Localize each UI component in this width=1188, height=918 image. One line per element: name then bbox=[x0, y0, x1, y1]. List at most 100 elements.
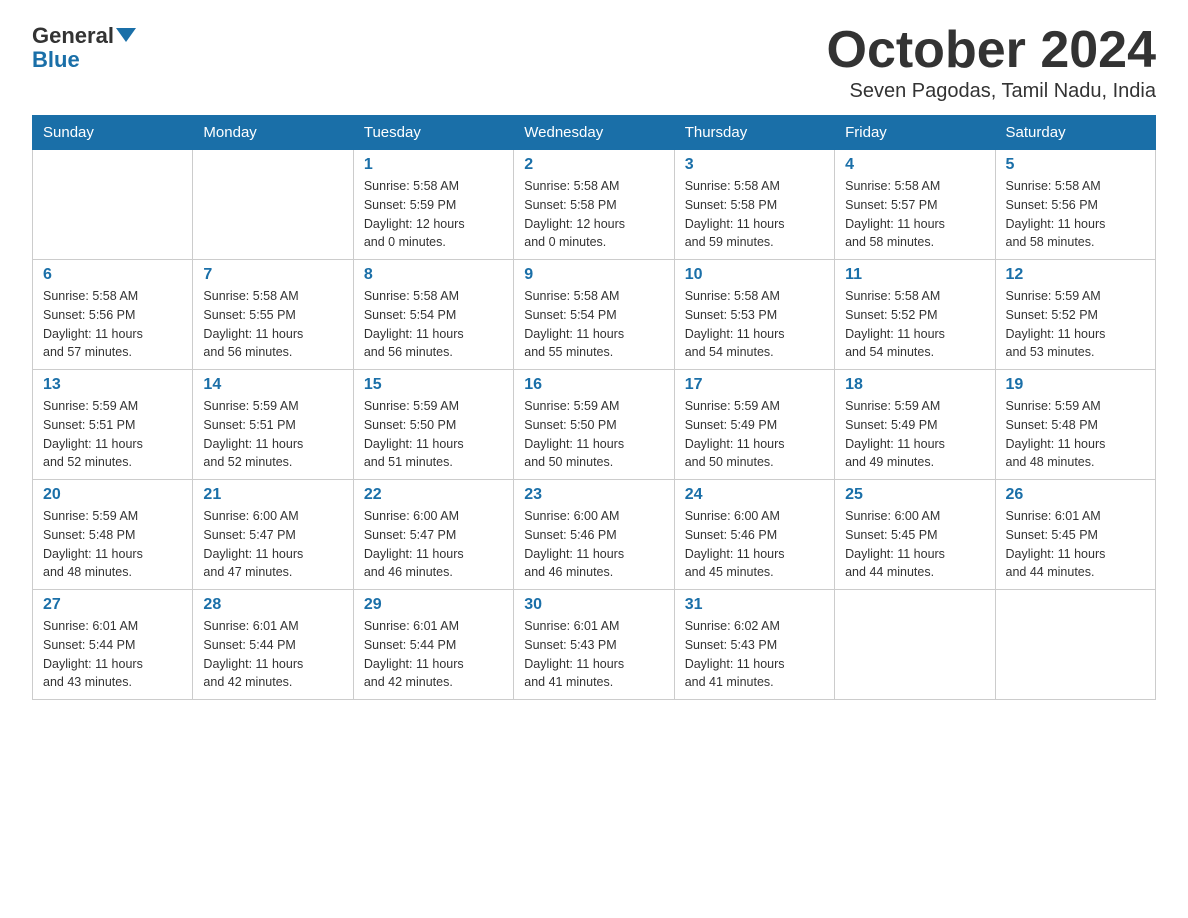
day-info: Sunrise: 5:58 AM Sunset: 5:53 PM Dayligh… bbox=[685, 287, 824, 362]
day-info: Sunrise: 5:58 AM Sunset: 5:56 PM Dayligh… bbox=[1006, 177, 1145, 252]
day-info: Sunrise: 5:59 AM Sunset: 5:48 PM Dayligh… bbox=[1006, 397, 1145, 472]
day-info: Sunrise: 5:58 AM Sunset: 5:55 PM Dayligh… bbox=[203, 287, 342, 362]
calendar-cell: 19 Sunrise: 5:59 AM Sunset: 5:48 PM Dayli… bbox=[995, 370, 1155, 480]
month-title: October 2024 bbox=[827, 24, 1157, 76]
calendar-cell: 5 Sunrise: 5:58 AM Sunset: 5:56 PM Daylig… bbox=[995, 150, 1155, 260]
calendar-cell: 16Sunrise: 5:59 AM Sunset: 5:50 PM Dayli… bbox=[514, 370, 674, 480]
calendar-cell: 12Sunrise: 5:59 AM Sunset: 5:52 PM Dayli… bbox=[995, 260, 1155, 370]
calendar-cell: 22 Sunrise: 6:00 AM Sunset: 5:47 PM Dayli… bbox=[353, 480, 513, 590]
calendar-cell bbox=[33, 150, 193, 260]
day-number: 26 bbox=[1006, 486, 1145, 504]
weekday-header-thursday: Thursday bbox=[674, 116, 834, 150]
day-info: Sunrise: 5:59 AM Sunset: 5:50 PM Dayligh… bbox=[524, 397, 663, 472]
calendar-cell: 10 Sunrise: 5:58 AM Sunset: 5:53 PM Dayli… bbox=[674, 260, 834, 370]
calendar-cell: 21 Sunrise: 6:00 AM Sunset: 5:47 PM Dayli… bbox=[193, 480, 353, 590]
day-info: Sunrise: 5:58 AM Sunset: 5:56 PM Dayligh… bbox=[43, 287, 182, 362]
day-number: 4 bbox=[845, 156, 984, 174]
day-number: 22 bbox=[364, 486, 503, 504]
calendar-cell: 18Sunrise: 5:59 AM Sunset: 5:49 PM Dayli… bbox=[835, 370, 995, 480]
weekday-header-saturday: Saturday bbox=[995, 116, 1155, 150]
calendar-cell: 20 Sunrise: 5:59 AM Sunset: 5:48 PM Dayli… bbox=[33, 480, 193, 590]
calendar-cell: 7Sunrise: 5:58 AM Sunset: 5:55 PM Daylig… bbox=[193, 260, 353, 370]
day-number: 30 bbox=[524, 596, 663, 614]
day-info: Sunrise: 5:58 AM Sunset: 5:54 PM Dayligh… bbox=[524, 287, 663, 362]
day-info: Sunrise: 6:01 AM Sunset: 5:43 PM Dayligh… bbox=[524, 617, 663, 692]
day-info: Sunrise: 5:58 AM Sunset: 5:52 PM Dayligh… bbox=[845, 287, 984, 362]
calendar-cell: 9Sunrise: 5:58 AM Sunset: 5:54 PM Daylig… bbox=[514, 260, 674, 370]
logo: GeneralBlue bbox=[32, 24, 136, 72]
weekday-header-wednesday: Wednesday bbox=[514, 116, 674, 150]
day-number: 15 bbox=[364, 376, 503, 394]
day-info: Sunrise: 6:02 AM Sunset: 5:43 PM Dayligh… bbox=[685, 617, 824, 692]
day-info: Sunrise: 5:58 AM Sunset: 5:58 PM Dayligh… bbox=[524, 177, 663, 252]
day-number: 29 bbox=[364, 596, 503, 614]
logo-text: GeneralBlue bbox=[32, 24, 136, 72]
day-info: Sunrise: 6:01 AM Sunset: 5:44 PM Dayligh… bbox=[43, 617, 182, 692]
day-number: 13 bbox=[43, 376, 182, 394]
calendar-cell: 11 Sunrise: 5:58 AM Sunset: 5:52 PM Dayli… bbox=[835, 260, 995, 370]
weekday-header-row: SundayMondayTuesdayWednesdayThursdayFrid… bbox=[33, 116, 1156, 150]
day-info: Sunrise: 5:59 AM Sunset: 5:51 PM Dayligh… bbox=[203, 397, 342, 472]
day-info: Sunrise: 6:00 AM Sunset: 5:45 PM Dayligh… bbox=[845, 507, 984, 582]
day-info: Sunrise: 6:00 AM Sunset: 5:47 PM Dayligh… bbox=[364, 507, 503, 582]
day-number: 20 bbox=[43, 486, 182, 504]
day-number: 25 bbox=[845, 486, 984, 504]
day-number: 10 bbox=[685, 266, 824, 284]
day-number: 11 bbox=[845, 266, 984, 284]
day-number: 19 bbox=[1006, 376, 1145, 394]
calendar-cell: 1Sunrise: 5:58 AM Sunset: 5:59 PM Daylig… bbox=[353, 150, 513, 260]
day-info: Sunrise: 5:59 AM Sunset: 5:49 PM Dayligh… bbox=[845, 397, 984, 472]
day-number: 2 bbox=[524, 156, 663, 174]
day-number: 21 bbox=[203, 486, 342, 504]
calendar-cell bbox=[995, 590, 1155, 700]
calendar-cell: 31 Sunrise: 6:02 AM Sunset: 5:43 PM Dayli… bbox=[674, 590, 834, 700]
calendar-cell: 26Sunrise: 6:01 AM Sunset: 5:45 PM Dayli… bbox=[995, 480, 1155, 590]
day-number: 17 bbox=[685, 376, 824, 394]
calendar-cell: 3Sunrise: 5:58 AM Sunset: 5:58 PM Daylig… bbox=[674, 150, 834, 260]
calendar-cell: 8Sunrise: 5:58 AM Sunset: 5:54 PM Daylig… bbox=[353, 260, 513, 370]
calendar-cell: 27 Sunrise: 6:01 AM Sunset: 5:44 PM Dayli… bbox=[33, 590, 193, 700]
day-info: Sunrise: 5:59 AM Sunset: 5:48 PM Dayligh… bbox=[43, 507, 182, 582]
logo-triangle-icon bbox=[116, 28, 136, 42]
title-area: October 2024 Seven Pagodas, Tamil Nadu, … bbox=[827, 24, 1157, 103]
calendar-cell: 25 Sunrise: 6:00 AM Sunset: 5:45 PM Dayli… bbox=[835, 480, 995, 590]
day-info: Sunrise: 6:00 AM Sunset: 5:46 PM Dayligh… bbox=[524, 507, 663, 582]
calendar-cell: 28Sunrise: 6:01 AM Sunset: 5:44 PM Dayli… bbox=[193, 590, 353, 700]
day-number: 31 bbox=[685, 596, 824, 614]
calendar-cell: 24Sunrise: 6:00 AM Sunset: 5:46 PM Dayli… bbox=[674, 480, 834, 590]
location-subtitle: Seven Pagodas, Tamil Nadu, India bbox=[827, 80, 1157, 103]
calendar-cell: 13 Sunrise: 5:59 AM Sunset: 5:51 PM Dayli… bbox=[33, 370, 193, 480]
calendar-week-row: 27 Sunrise: 6:01 AM Sunset: 5:44 PM Dayli… bbox=[33, 590, 1156, 700]
calendar-cell bbox=[193, 150, 353, 260]
weekday-header-monday: Monday bbox=[193, 116, 353, 150]
calendar-week-row: 6 Sunrise: 5:58 AM Sunset: 5:56 PM Daylig… bbox=[33, 260, 1156, 370]
day-info: Sunrise: 6:00 AM Sunset: 5:47 PM Dayligh… bbox=[203, 507, 342, 582]
weekday-header-sunday: Sunday bbox=[33, 116, 193, 150]
calendar-cell: 23 Sunrise: 6:00 AM Sunset: 5:46 PM Dayli… bbox=[514, 480, 674, 590]
day-number: 23 bbox=[524, 486, 663, 504]
day-info: Sunrise: 6:01 AM Sunset: 5:44 PM Dayligh… bbox=[203, 617, 342, 692]
calendar-week-row: 20 Sunrise: 5:59 AM Sunset: 5:48 PM Dayli… bbox=[33, 480, 1156, 590]
day-number: 14 bbox=[203, 376, 342, 394]
calendar-cell: 14 Sunrise: 5:59 AM Sunset: 5:51 PM Dayli… bbox=[193, 370, 353, 480]
day-number: 27 bbox=[43, 596, 182, 614]
day-number: 5 bbox=[1006, 156, 1145, 174]
day-info: Sunrise: 6:00 AM Sunset: 5:46 PM Dayligh… bbox=[685, 507, 824, 582]
calendar-cell: 6 Sunrise: 5:58 AM Sunset: 5:56 PM Daylig… bbox=[33, 260, 193, 370]
calendar-week-row: 1Sunrise: 5:58 AM Sunset: 5:59 PM Daylig… bbox=[33, 150, 1156, 260]
day-info: Sunrise: 5:58 AM Sunset: 5:57 PM Dayligh… bbox=[845, 177, 984, 252]
calendar-cell: 2 Sunrise: 5:58 AM Sunset: 5:58 PM Daylig… bbox=[514, 150, 674, 260]
calendar-cell: 4 Sunrise: 5:58 AM Sunset: 5:57 PM Daylig… bbox=[835, 150, 995, 260]
day-number: 6 bbox=[43, 266, 182, 284]
day-info: Sunrise: 5:59 AM Sunset: 5:51 PM Dayligh… bbox=[43, 397, 182, 472]
day-info: Sunrise: 5:59 AM Sunset: 5:52 PM Dayligh… bbox=[1006, 287, 1145, 362]
day-info: Sunrise: 5:58 AM Sunset: 5:58 PM Dayligh… bbox=[685, 177, 824, 252]
calendar-cell: 30 Sunrise: 6:01 AM Sunset: 5:43 PM Dayli… bbox=[514, 590, 674, 700]
day-info: Sunrise: 5:58 AM Sunset: 5:54 PM Dayligh… bbox=[364, 287, 503, 362]
logo-blue: Blue bbox=[32, 47, 80, 72]
calendar-cell: 29Sunrise: 6:01 AM Sunset: 5:44 PM Dayli… bbox=[353, 590, 513, 700]
day-number: 1 bbox=[364, 156, 503, 174]
calendar-week-row: 13 Sunrise: 5:59 AM Sunset: 5:51 PM Dayli… bbox=[33, 370, 1156, 480]
calendar-cell: 17Sunrise: 5:59 AM Sunset: 5:49 PM Dayli… bbox=[674, 370, 834, 480]
page-header: GeneralBlue October 2024 Seven Pagodas, … bbox=[32, 24, 1156, 103]
